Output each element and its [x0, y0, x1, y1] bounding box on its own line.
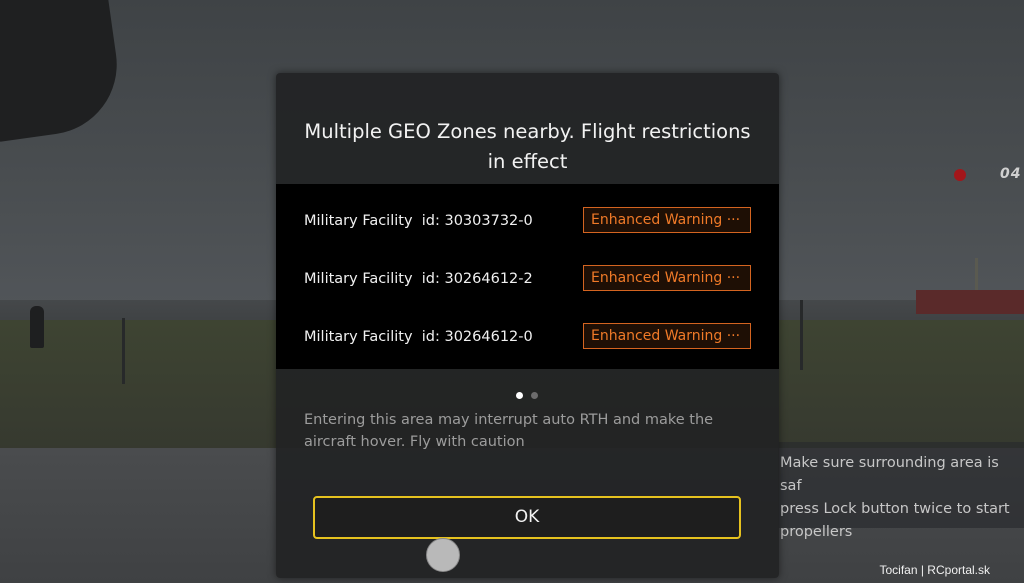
fence-post	[122, 318, 125, 384]
zone-name: Military Facility id: 30264612-2	[304, 271, 533, 287]
dialog-title: Multiple GEO Zones nearby. Flight restri…	[304, 120, 751, 173]
dialog-message: Entering this area may interrupt auto RT…	[304, 412, 714, 450]
hint-text: Make sure surrounding area is saf press …	[780, 455, 1010, 540]
red-building	[916, 290, 1024, 314]
zone-row: Military Facility id: 30303732-0 Enhance…	[276, 192, 779, 250]
zone-list: Military Facility id: 30303732-0 Enhance…	[276, 184, 779, 369]
fence-post	[800, 300, 803, 370]
person-silhouette	[30, 306, 44, 348]
watermark: Tocifan | RCportal.sk	[879, 563, 991, 577]
enhanced-warning-badge[interactable]: Enhanced Warning ···	[583, 323, 751, 349]
enhanced-warning-badge[interactable]: Enhanced Warning ···	[583, 265, 751, 291]
record-indicator-icon	[954, 169, 966, 181]
page-indicator	[516, 384, 546, 403]
record-time: 04	[1000, 166, 1022, 182]
page-dot[interactable]	[531, 392, 538, 399]
geo-zone-dialog: Multiple GEO Zones nearby. Flight restri…	[276, 73, 779, 578]
page-dot-active[interactable]	[516, 392, 523, 399]
zone-name: Military Facility id: 30303732-0	[304, 213, 533, 229]
touch-point-indicator	[426, 538, 460, 572]
zone-row: Military Facility id: 30264612-0 Enhance…	[276, 308, 779, 366]
enhanced-warning-badge[interactable]: Enhanced Warning ···	[583, 207, 751, 233]
zone-row: Military Facility id: 30264612-2 Enhance…	[276, 250, 779, 308]
zone-name: Military Facility id: 30264612-0	[304, 329, 533, 345]
ok-button[interactable]: OK	[313, 496, 741, 539]
